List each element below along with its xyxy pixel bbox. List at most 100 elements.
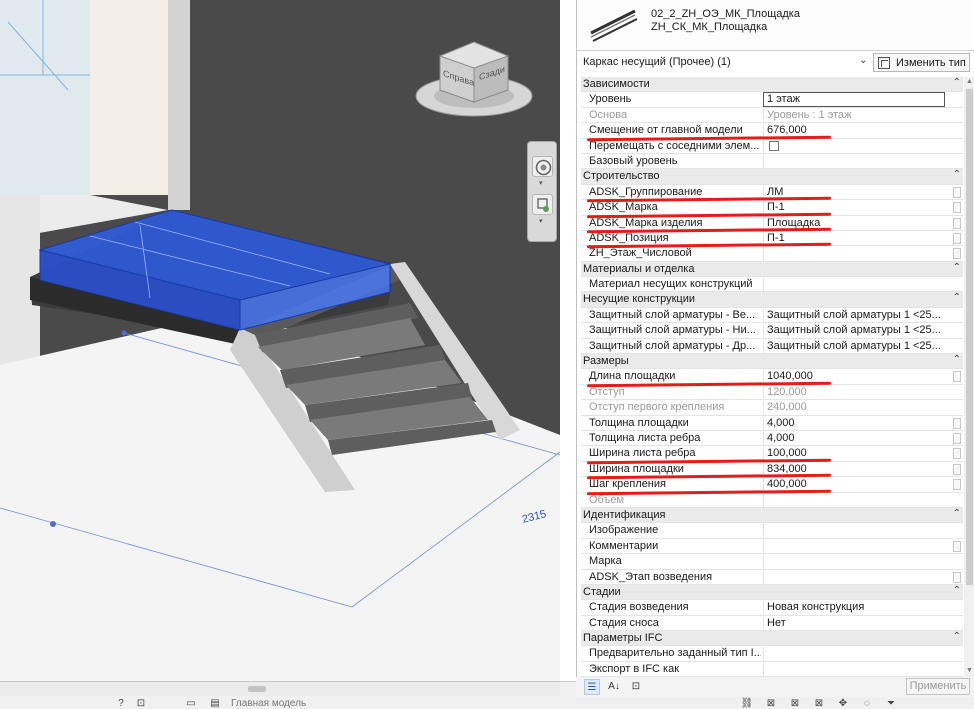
collapse-chevron-icon[interactable]: ⌃ — [953, 77, 961, 88]
property-category[interactable]: Зависимости ⌃ — [581, 77, 963, 93]
select-by-face-icon[interactable]: ⊠ — [812, 698, 826, 709]
property-value[interactable]: Защитный слой арматуры 1 <25... — [763, 324, 943, 339]
associate-parameter-button[interactable] — [953, 371, 961, 383]
property-checkbox[interactable] — [769, 140, 779, 151]
property-row[interactable]: Защитный слой арматуры - Ни... Защитный с… — [581, 323, 963, 339]
apply-button[interactable]: Применить — [906, 678, 970, 695]
property-row[interactable]: Стадия возведения Новая конструкция — [581, 600, 963, 616]
property-row[interactable]: Отступ 120,000 — [581, 385, 963, 401]
property-value[interactable] — [763, 278, 943, 293]
property-category[interactable]: Материалы и отделка ⌃ — [581, 261, 963, 278]
property-category[interactable]: Строительство ⌃ — [581, 169, 963, 185]
scrollbar-thumb[interactable] — [248, 686, 266, 692]
property-value[interactable]: Защитный слой арматуры 1 <25... — [763, 339, 943, 354]
property-row[interactable]: Уровень 1 этаж — [581, 92, 963, 108]
collapse-chevron-icon[interactable]: ⌃ — [953, 262, 961, 273]
associate-parameter-button[interactable] — [953, 248, 961, 260]
property-value[interactable] — [763, 539, 943, 554]
property-value[interactable] — [763, 247, 943, 262]
property-row[interactable]: Базовый уровень — [581, 154, 963, 170]
property-value[interactable]: 1 этаж — [763, 92, 945, 108]
associate-parameter-button[interactable] — [953, 540, 961, 552]
property-value[interactable] — [763, 555, 943, 570]
select-links-icon[interactable]: ⛓ — [740, 698, 754, 709]
collapse-chevron-icon[interactable]: ⌃ — [953, 292, 961, 303]
chevron-down-icon[interactable]: ⌄ — [859, 55, 867, 66]
associate-parameter-button[interactable] — [953, 571, 961, 583]
associate-parameter-button[interactable] — [953, 448, 961, 460]
associate-parameter-button[interactable] — [953, 479, 961, 491]
scroll-down-icon[interactable]: ▼ — [966, 667, 973, 674]
scrollbar-thumb[interactable] — [966, 89, 973, 585]
property-row[interactable]: Перемещать с соседними элем... — [581, 139, 963, 154]
instance-filter-label[interactable]: Каркас несущий (Прочее) (1) — [583, 56, 731, 68]
property-value[interactable] — [763, 662, 943, 677]
3d-viewport[interactable]: Справа Сзади ▾ ▾ 2315 — [0, 0, 560, 681]
property-category[interactable]: Размеры ⌃ — [581, 354, 963, 370]
property-category[interactable]: Стадии ⌃ — [581, 584, 963, 601]
property-value[interactable]: 4,000 — [763, 416, 943, 431]
property-row[interactable]: Основа Уровень : 1 этаж — [581, 108, 963, 124]
property-category[interactable]: Идентификация ⌃ — [581, 507, 963, 524]
property-value[interactable] — [763, 154, 943, 169]
zoom-dropdown-icon[interactable]: ▾ — [539, 218, 546, 225]
property-value[interactable] — [763, 139, 943, 154]
collapse-chevron-icon[interactable]: ⌃ — [953, 169, 961, 180]
associate-parameter-button[interactable] — [953, 202, 961, 214]
zoom-button[interactable] — [532, 194, 553, 215]
collapse-chevron-icon[interactable]: ⌃ — [953, 354, 961, 365]
property-row[interactable]: Изображение — [581, 523, 963, 539]
property-row[interactable]: Предварительно заданный тип I... — [581, 646, 963, 662]
associate-parameter-button[interactable] — [953, 217, 961, 229]
property-row[interactable]: Толщина площадки 4,000 — [581, 416, 963, 431]
viewport-horizontal-scrollbar[interactable] — [0, 682, 560, 696]
steering-wheel-dropdown-icon[interactable]: ▾ — [539, 180, 546, 187]
associate-parameter-button[interactable] — [953, 232, 961, 244]
collapse-chevron-icon[interactable]: ⌃ — [953, 508, 961, 519]
property-row[interactable]: Толщина листа ребра 4,000 — [581, 431, 963, 447]
categorized-view-icon[interactable]: ☰ — [584, 679, 600, 695]
property-row[interactable]: Защитный слой арматуры - Др... Защитный с… — [581, 339, 963, 355]
property-value[interactable]: Защитный слой арматуры 1 <25... — [763, 308, 943, 323]
type-selector[interactable]: 02_2_ZH_ОЭ_МК_Площадка ZH_СК_МК_Площадка — [577, 0, 974, 51]
property-row[interactable]: Стадия сноса Нет — [581, 616, 963, 632]
property-row[interactable]: Отступ первого крепления 240,000 — [581, 400, 963, 416]
property-row[interactable]: Комментарии — [581, 539, 963, 555]
active-model-text[interactable]: Главная модель — [231, 698, 306, 709]
select-underlay-icon[interactable]: ⊠ — [764, 698, 778, 709]
background-process-icon[interactable]: ◌ — [860, 698, 874, 709]
property-value[interactable]: Новая конструкция — [763, 601, 943, 616]
property-row[interactable]: Экспорт в IFC как — [581, 662, 963, 677]
properties-search-icon[interactable]: ⊡ — [628, 679, 644, 695]
instance-filter[interactable]: Каркас несущий (Прочее) (1) ⌄ Изменить т… — [577, 53, 974, 72]
property-category[interactable]: Параметры IFC ⌃ — [581, 631, 963, 647]
property-row[interactable]: Материал несущих конструкций — [581, 277, 963, 293]
property-category[interactable]: Несущие конструкции ⌃ — [581, 292, 963, 308]
associate-parameter-button[interactable] — [953, 417, 961, 429]
select-pinned-icon[interactable]: ⊠ — [788, 698, 802, 709]
alphabetical-sort-icon[interactable]: A↓ — [606, 679, 622, 695]
worksets-icon[interactable]: ⊡ — [134, 698, 148, 709]
drag-elements-icon[interactable]: ✥ — [836, 698, 850, 709]
model-icon[interactable]: ▤ — [208, 698, 222, 709]
associate-parameter-button[interactable] — [953, 432, 961, 444]
property-value[interactable] — [763, 524, 943, 539]
collapse-chevron-icon[interactable]: ⌃ — [953, 631, 961, 642]
viewcube[interactable]: Справа Сзади — [412, 40, 536, 120]
property-row[interactable]: Объем — [581, 493, 963, 508]
help-icon[interactable]: ? — [114, 698, 128, 709]
edit-type-button[interactable]: Изменить тип — [873, 53, 970, 72]
property-value[interactable]: 4,000 — [763, 431, 943, 446]
design-options-icon[interactable]: ▭ — [184, 698, 198, 709]
collapse-chevron-icon[interactable]: ⌃ — [953, 585, 961, 596]
scroll-up-icon[interactable]: ▲ — [966, 78, 973, 85]
property-value[interactable]: Нет — [763, 616, 943, 631]
steering-wheel-button[interactable] — [532, 156, 553, 177]
associate-parameter-button[interactable] — [953, 463, 961, 475]
filter-icon[interactable]: ⏷ — [884, 698, 898, 709]
property-value[interactable] — [763, 570, 943, 585]
properties-scrollbar[interactable]: ▲ ▼ — [964, 77, 974, 677]
property-row[interactable]: Защитный слой арматуры - Ве... Защитный с… — [581, 308, 963, 324]
property-value[interactable] — [763, 647, 943, 662]
property-row[interactable]: Марка — [581, 554, 963, 570]
